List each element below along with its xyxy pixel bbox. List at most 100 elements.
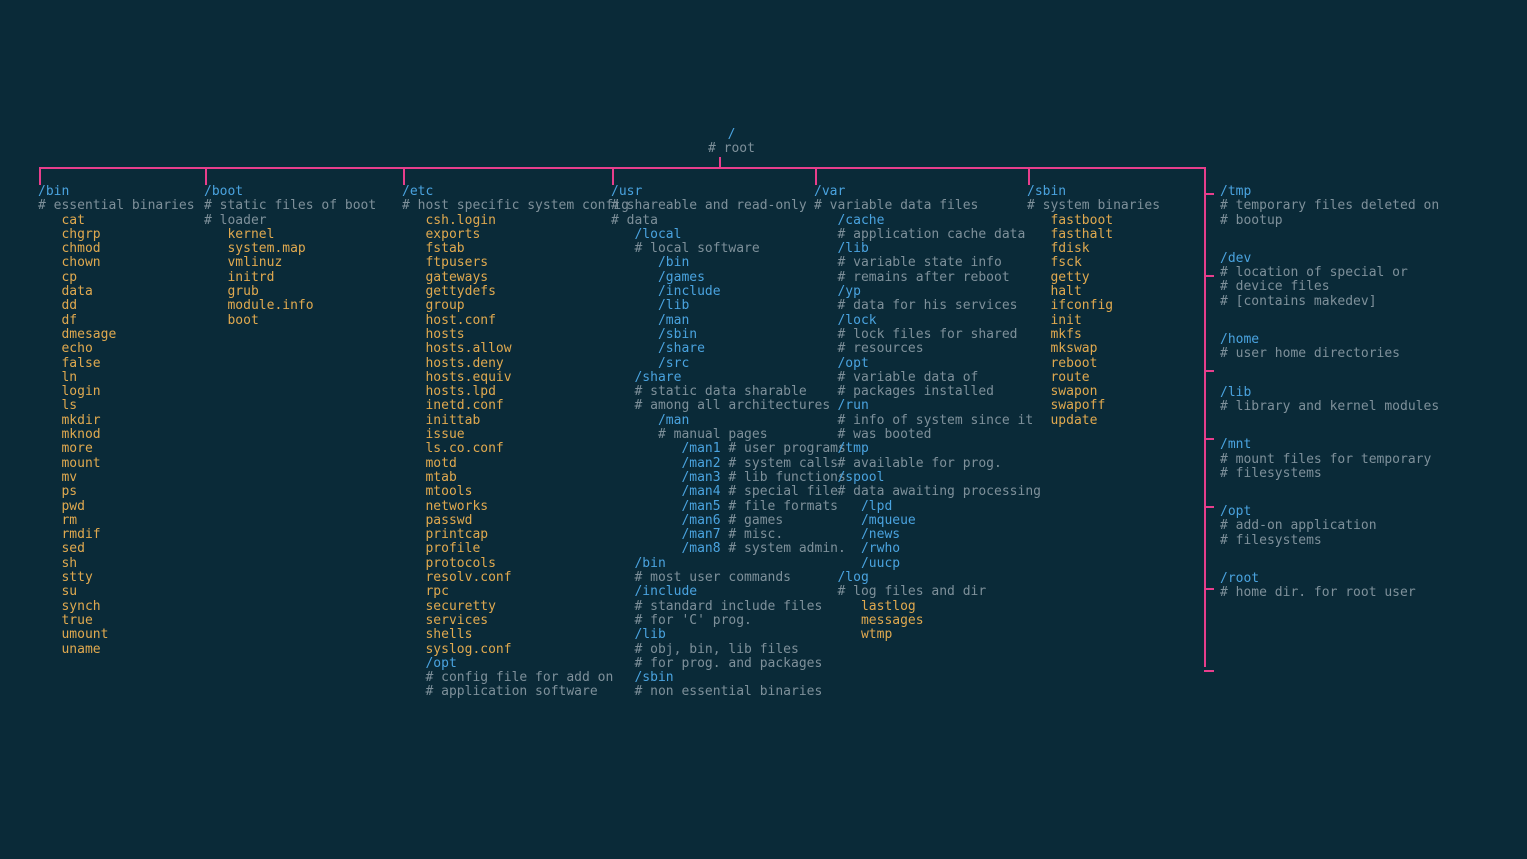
man-section: /man5 [611, 499, 721, 514]
comment: # variable data of [814, 371, 1041, 385]
comment: # info of system since it [814, 414, 1041, 428]
comment: # was booted [814, 428, 1041, 442]
bin-item: login [38, 385, 195, 399]
root-node: / # root [708, 128, 755, 157]
etc-item: networks [402, 500, 629, 514]
comment: # packages installed [814, 385, 1041, 399]
dir-boot: /boot [204, 185, 376, 199]
comment: # add-on application [1220, 519, 1439, 533]
dir-bin: /bin [38, 185, 195, 199]
man-section: /man6 [611, 513, 721, 528]
comment: # obj, bin, lib files [611, 643, 846, 657]
comment: # static data sharable [611, 385, 846, 399]
comment: # non essential binaries [611, 685, 846, 699]
column-boot: /boot# static files of boot# loader kern… [204, 185, 376, 328]
comment: # most user commands [611, 571, 846, 585]
sbin-item: swapoff [1027, 399, 1160, 413]
boot-item: module.info [204, 299, 376, 313]
comment: # bootup [1220, 214, 1439, 228]
var-sub2: /uucp [814, 557, 1041, 571]
comment: # application software [402, 685, 629, 699]
etc-item: inittab [402, 414, 629, 428]
comment: # local software [611, 242, 846, 256]
usr-subdir: /include [611, 585, 846, 599]
usr-subdir: /share [611, 371, 846, 385]
tree-stub [1204, 370, 1214, 372]
comment: # log files and dir [814, 585, 1041, 599]
tree-line [39, 167, 41, 185]
column-right: /tmp# temporary files deleted on# bootup… [1220, 185, 1439, 601]
etc-item: rpc [402, 585, 629, 599]
comment: # static files of boot [204, 199, 376, 213]
var-sub2: /lpd [814, 500, 1041, 514]
comment: # device files [1220, 280, 1439, 294]
bin-item: rmdif [38, 528, 195, 542]
man-section: /man2 [611, 456, 721, 471]
column-etc: /etc# host specific system config csh.lo… [402, 185, 629, 700]
bin-item: data [38, 285, 195, 299]
tree-stub [1204, 588, 1214, 590]
bin-item: ps [38, 485, 195, 499]
comment: # essential binaries [38, 199, 195, 213]
comment: # data awaiting processing [814, 485, 1041, 499]
etc-item: csh.login [402, 214, 629, 228]
boot-item: vmlinuz [204, 256, 376, 270]
var-subdir: /log [814, 571, 1041, 585]
var-sub2: /mqueue [814, 514, 1041, 528]
etc-item: inetd.conf [402, 399, 629, 413]
bin-item: sh [38, 557, 195, 571]
usr-sub2: /share [611, 342, 846, 356]
etc-item: hosts [402, 328, 629, 342]
bin-item: df [38, 314, 195, 328]
comment: # lock files for shared [814, 328, 1041, 342]
bin-item: false [38, 357, 195, 371]
dir-var: /var [814, 185, 1041, 199]
bin-item: more [38, 442, 195, 456]
comment: # system binaries [1027, 199, 1160, 213]
var-item: wtmp [814, 628, 1041, 642]
sbin-item: mkfs [1027, 328, 1160, 342]
etc-item: host.conf [402, 314, 629, 328]
etc-item: hosts.allow [402, 342, 629, 356]
usr-sub2: /lib [611, 299, 846, 313]
tree-line [719, 157, 721, 167]
right-dir: /dev [1220, 252, 1439, 266]
sbin-item: swapon [1027, 385, 1160, 399]
var-subdir: /opt [814, 357, 1041, 371]
right-dir: /root [1220, 572, 1439, 586]
man-section: /man7 [611, 527, 721, 542]
usr-subdir: /bin [611, 557, 846, 571]
etc-item: exports [402, 228, 629, 242]
usr-sub2: /man [611, 414, 846, 428]
etc-item: gettydefs [402, 285, 629, 299]
sbin-item: init [1027, 314, 1160, 328]
var-subdir: /run [814, 399, 1041, 413]
etc-item: group [402, 299, 629, 313]
etc-item: mtools [402, 485, 629, 499]
var-sub2: /news [814, 528, 1041, 542]
bin-item: cp [38, 271, 195, 285]
tree-stub [1204, 670, 1214, 672]
usr-sub2: /sbin [611, 328, 846, 342]
var-item: lastlog [814, 600, 1041, 614]
boot-item: initrd [204, 271, 376, 285]
comment: # standard include files [611, 600, 846, 614]
tree-line [403, 167, 405, 185]
comment: # filesystems [1220, 467, 1439, 481]
comment: # data [611, 214, 846, 228]
var-subdir: /yp [814, 285, 1041, 299]
bin-item: rm [38, 514, 195, 528]
column-bin: /bin# essential binaries cat chgrp chmod… [38, 185, 195, 657]
tree-line [205, 167, 207, 185]
usr-sub2: /games [611, 271, 846, 285]
comment: # [contains makedev] [1220, 295, 1439, 309]
comment: # data for his services [814, 299, 1041, 313]
tree-line [612, 167, 614, 185]
var-item: messages [814, 614, 1041, 628]
comment: # games [721, 513, 784, 528]
tree-line [1028, 167, 1030, 185]
bin-item: chown [38, 256, 195, 270]
comment: # user home directories [1220, 347, 1439, 361]
etc-item: printcap [402, 528, 629, 542]
etc-item: protocols [402, 557, 629, 571]
